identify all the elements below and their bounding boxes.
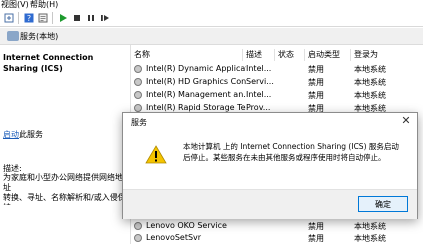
service-description: Servi... [246,77,274,86]
column-header-description[interactable]: 描述 [246,49,275,61]
service-logon: 本地系统 [354,65,386,74]
service-startup-type: 禁用 [308,65,324,74]
service-name: Intel(R) Rapid Storage Te... [146,103,246,112]
menu-help[interactable]: 帮助(H) [30,0,58,10]
scope-title: 服务(本地) [20,32,59,41]
help-icon[interactable]: ? [24,13,34,23]
ok-button[interactable]: 确定 [358,196,408,212]
close-icon[interactable]: ✕ [400,115,412,127]
start-service-suffix: 此服务 [19,130,43,139]
service-title: Internet Connection Sharing (ICS) [3,53,94,73]
export-list-icon[interactable] [4,13,14,23]
service-error-dialog: 服务 ✕ 本地计算机 上的 Internet Connection Sharin… [122,112,418,219]
service-name: Intel(R) HD Graphics Con... [146,77,246,86]
service-name: LenovoSetSvr [146,233,202,242]
service-description: Prov... [246,103,271,112]
service-row[interactable]: LenovoSetSvr 禁用 本地系统 [134,232,423,245]
service-name: Intel(R) Management an... [146,90,246,99]
service-row[interactable]: Intel(R) Management an... Intel... 禁用 本地… [134,89,423,102]
service-gear-icon [134,78,142,86]
column-header-startup-type[interactable]: 启动类型 [308,49,351,61]
scope-header: 服务(本地) [0,28,423,45]
properties-icon[interactable] [38,13,48,23]
service-startup-type: 禁用 [308,222,324,231]
pause-service-icon[interactable] [86,13,96,23]
service-startup-type: 禁用 [308,234,324,243]
service-gear-icon [134,222,142,230]
start-service-link[interactable]: 启动 [3,130,19,139]
toolbar-separator [18,12,19,24]
dialog-footer: 确定 [123,189,417,219]
service-details-pane: Internet Connection Sharing (ICS) 启动此服务 … [0,45,128,244]
dialog-body: 本地计算机 上的 Internet Connection Sharing (IC… [123,131,417,189]
toolbar: ? [0,10,423,27]
service-gear-icon [134,234,142,242]
service-row[interactable]: Intel(R) Dynamic Applicat... Intel... 禁用… [134,63,423,76]
svg-text:?: ? [27,14,31,23]
warning-icon [145,145,167,164]
service-startup-type: 禁用 [308,78,324,87]
service-logon: 本地系统 [354,78,386,87]
column-header-status[interactable]: 状态 [278,49,305,61]
service-name: Lenovo OKO Service [146,221,227,230]
column-header-logon-as[interactable]: 登录为 [354,49,404,61]
column-header-name[interactable]: 名称 [134,49,243,61]
service-gear-icon [134,104,142,112]
start-service-icon[interactable] [58,13,68,23]
toolbar-separator [52,12,53,24]
dialog-message: 本地计算机 上的 Internet Connection Sharing (IC… [183,142,399,162]
description-text: 为家庭和小型办公网络提供网络地址 转换、寻址、名称解析和/或入侵保护 服务。 [3,173,126,205]
service-description: Intel... [246,64,272,73]
stop-service-icon[interactable] [72,13,82,23]
menu-view[interactable]: 视图(V) [1,0,29,10]
menu-bar: 视图(V) 帮助(H) [0,0,423,10]
service-logon: 本地系统 [354,222,386,231]
services-icon [7,31,19,41]
service-description: Intel... [246,90,272,99]
service-logon: 本地系统 [354,234,386,243]
restart-service-icon[interactable] [100,13,110,23]
start-service-action: 启动此服务 [3,129,43,140]
service-gear-icon [134,65,142,73]
dialog-title: 服务 [131,118,147,127]
service-gear-icon [134,91,142,99]
service-name: Intel(R) Dynamic Applicat... [146,64,246,73]
service-startup-type: 禁用 [308,91,324,100]
service-row[interactable]: Intel(R) HD Graphics Con... Servi... 禁用 … [134,76,423,89]
service-logon: 本地系统 [354,91,386,100]
